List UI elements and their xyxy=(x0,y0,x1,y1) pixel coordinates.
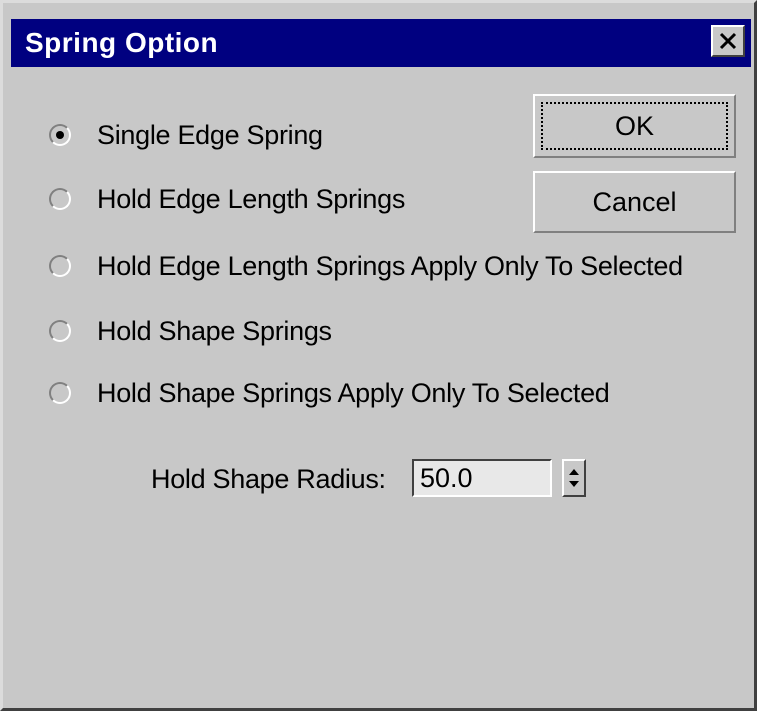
option-label: Hold Edge Length Springs xyxy=(97,183,406,214)
option-label: Hold Shape Springs Apply Only To Selecte… xyxy=(97,377,610,408)
radio-selected-dot xyxy=(56,131,64,139)
option-hold-shape-springs[interactable]: Hold Shape Springs xyxy=(49,311,332,351)
hold-shape-radius-input[interactable] xyxy=(412,459,552,497)
hold-shape-radius-label: Hold Shape Radius: xyxy=(151,464,386,494)
option-hold-shape-springs-selected[interactable]: Hold Shape Springs Apply Only To Selecte… xyxy=(49,373,610,413)
radio-button[interactable] xyxy=(49,188,71,210)
radio-button[interactable] xyxy=(49,124,71,146)
focus-rectangle xyxy=(541,102,728,150)
option-label: Hold Shape Springs xyxy=(97,315,332,346)
radio-button[interactable] xyxy=(49,255,71,277)
window-title: Spring Option xyxy=(25,27,219,58)
spinner-up-down-icon xyxy=(569,469,579,487)
option-hold-edge-length-springs[interactable]: Hold Edge Length Springs xyxy=(49,179,405,219)
option-label: Hold Edge Length Springs Apply Only To S… xyxy=(97,250,683,281)
title-bar[interactable]: Spring Option xyxy=(11,19,751,67)
radius-spinner-arrows[interactable] xyxy=(562,459,586,497)
cancel-button[interactable]: Cancel xyxy=(533,171,736,233)
cancel-button-label: Cancel xyxy=(592,186,677,217)
option-label: Single Edge Spring xyxy=(97,119,323,150)
option-single-edge-spring[interactable]: Single Edge Spring xyxy=(49,115,323,155)
radio-button[interactable] xyxy=(49,382,71,404)
close-icon xyxy=(719,32,737,50)
spring-option-dialog: Spring Option Single Edge Spring Hold Ed… xyxy=(0,0,757,711)
radio-button[interactable] xyxy=(49,320,71,342)
close-button[interactable] xyxy=(711,25,745,57)
ok-button[interactable]: OK xyxy=(533,94,736,158)
option-hold-edge-length-springs-selected[interactable]: Hold Edge Length Springs Apply Only To S… xyxy=(49,246,683,286)
